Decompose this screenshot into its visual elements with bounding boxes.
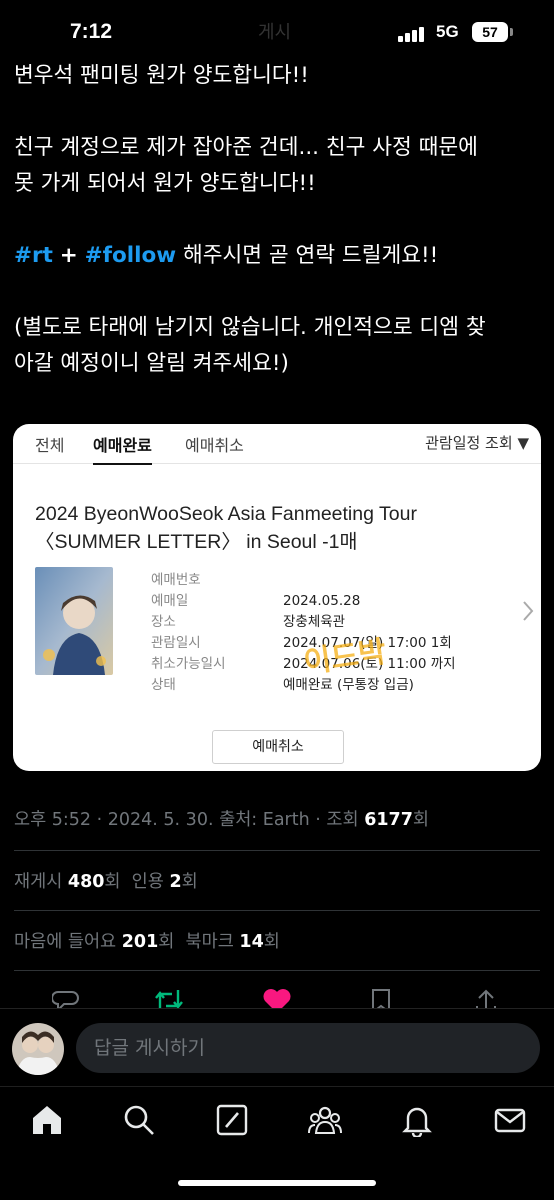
schedule-sort: 관람일정 조회 ▼ [425,432,529,453]
detail-row: 장소 장충체육관 [151,614,346,630]
sort-label: 관람일정 조회 [425,434,513,452]
like-stats[interactable]: 마음에 들어요 201회 북마크 14회 [14,928,280,953]
detail-row: 상태 예매완료 (무통장 입금) [151,677,414,693]
avatar[interactable] [12,1023,64,1075]
quotes-label: 인용 [131,872,164,892]
divider [14,970,540,971]
divider [14,910,540,911]
divider [14,850,540,851]
notifications-icon[interactable] [400,1103,434,1137]
event-title: 2024 ByeonWooSeok Asia Fanmeeting Tour 〈… [35,500,525,556]
tab-all: 전체 [35,436,65,455]
views-count: 6177 [364,810,413,830]
chevron-right-icon [523,601,534,621]
battery-tip [510,28,513,36]
repost-stats[interactable]: 재게시 480회 인용 2회 [14,868,198,893]
tweet-line-hashtags: #rt + #follow 해주시면 곧 연락 드릴게요!! [14,238,542,274]
status-bar: 7:12 게시 5G 57 [0,0,554,62]
event-title-line: 〈SUMMER LETTER〉 in Seoul -1매 [35,531,358,553]
home-icon[interactable] [30,1103,64,1137]
bookmarks-suffix: 회 [263,932,280,952]
views-suffix: 회 [412,810,430,830]
home-indicator [178,1180,376,1186]
header-title-ghost: 게시 [258,22,292,43]
tab-cancelled: 예매취소 [185,436,244,455]
detail-row: 예매번호 [151,572,201,588]
tweet-line-rest: 해주시면 곧 연락 드릴게요!! [182,243,439,268]
event-title-line: 2024 ByeonWooSeok Asia Fanmeeting Tour [35,503,417,525]
tweet-line: (별도로 타래에 남기지 않습니다. 개인적으로 디엠 찾 [14,315,486,340]
reply-bar: 답글 게시하기 [0,1008,554,1086]
reposts-count: 480 [67,872,105,892]
search-icon[interactable] [122,1103,156,1137]
event-poster [35,567,113,675]
signal-icon [398,26,428,42]
communities-icon[interactable] [308,1103,342,1137]
bookmarks-label: 북마크 [185,932,234,952]
likes-suffix: 회 [158,932,175,952]
reply-input[interactable]: 답글 게시하기 [76,1023,540,1073]
views-label: 조회 [326,810,359,830]
detail-row: 예매일 2024.05.28 [151,593,361,609]
ticket-tabs: 전체 예매완료 예매취소 관람일정 조회 ▼ [13,424,541,465]
post-date: 2024. 5. 30. [107,810,214,830]
tweet-line: 친구 계정으로 제가 잡아준 건데... 친구 사정 때문에 [14,135,478,160]
cancel-booking-button: 예매취소 [212,730,344,764]
grok-icon[interactable] [215,1103,249,1137]
reposts-suffix: 회 [104,872,121,892]
status-time: 7:12 [70,20,113,43]
battery-icon: 57 [472,22,508,42]
tweet-line: 아갈 예정이니 알림 켜주세요!) [14,351,289,376]
tweet-meta: 오후 5:52 · 2024. 5. 30. 출처: Earth · 조회 61… [14,810,430,830]
network-label: 5G [436,22,459,41]
plus-sign: + [59,243,78,268]
tweet-text: 변우석 팬미팅 원가 양도합니다!! 친구 계정으로 제가 잡아준 건데... … [14,58,542,382]
reposts-label: 재게시 [14,872,63,892]
likes-count: 201 [121,932,159,952]
ticket-image[interactable]: 전체 예매완료 예매취소 관람일정 조회 ▼ 2024 ByeonWooSeok… [13,424,541,771]
hashtag-rt[interactable]: #rt [14,243,53,268]
quotes-count: 2 [169,872,182,892]
messages-icon[interactable] [493,1103,527,1137]
post-source: 출처: Earth [219,810,310,830]
bookmarks-count: 14 [239,932,264,952]
quotes-suffix: 회 [181,872,198,892]
tweet-line: 못 가게 되어서 원가 양도합니다!! [14,171,316,196]
likes-label: 마음에 들어요 [14,932,117,952]
post-time: 오후 5:52 [14,810,92,830]
tab-booked: 예매완료 [93,432,152,465]
tweet-line: 변우석 팬미팅 원가 양도합니다!! [14,63,309,88]
hashtag-follow[interactable]: #follow [85,243,177,268]
caret-down-icon: ▼ [517,434,529,452]
